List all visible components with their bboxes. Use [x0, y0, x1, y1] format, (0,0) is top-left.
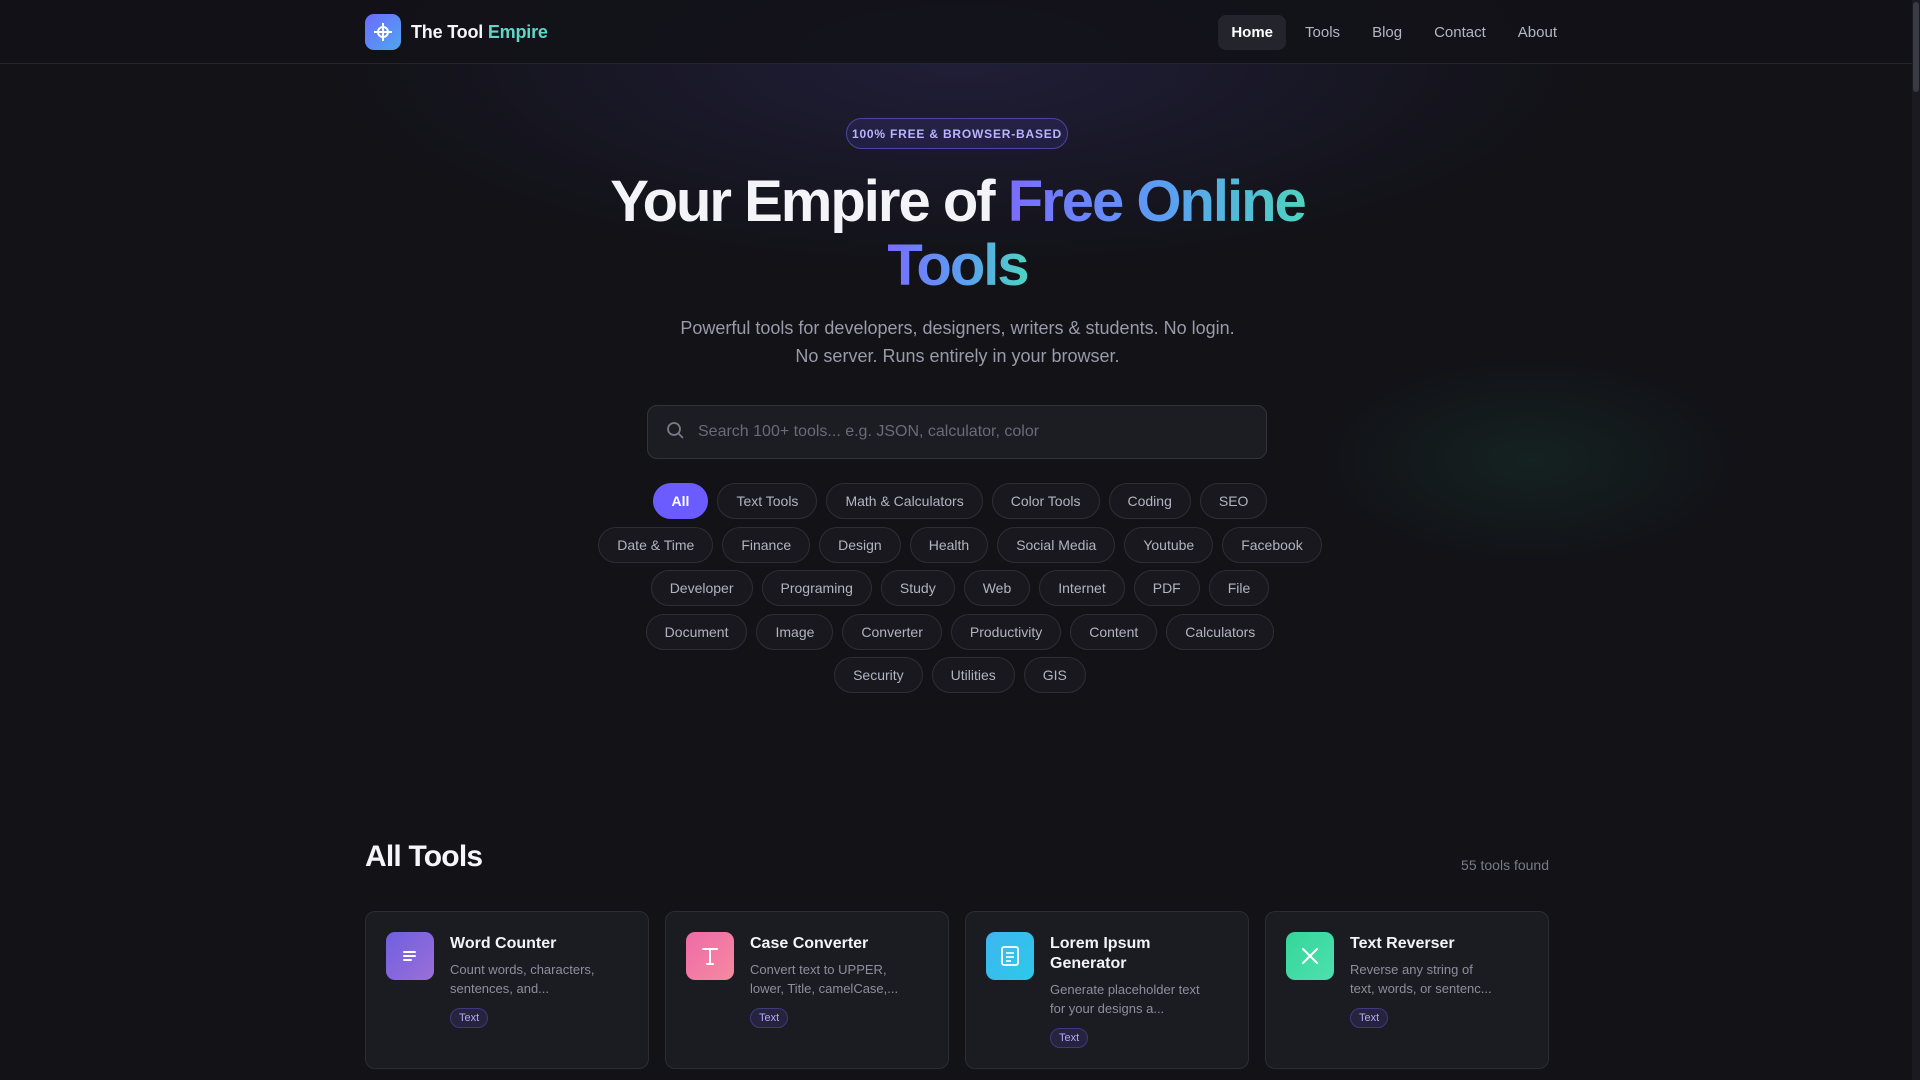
section-title: All Tools — [365, 840, 483, 873]
site-logo[interactable]: The Tool Empire — [365, 14, 548, 50]
card-description: Reverse any string of text, words, or se… — [1350, 962, 1492, 996]
hero-title-highlight: Free Online — [1007, 169, 1307, 234]
chip-content[interactable]: Content — [1070, 614, 1158, 650]
chip-pdf[interactable]: PDF — [1133, 570, 1200, 606]
logo-text-accent: Empire — [487, 21, 548, 42]
tool-card-text-reverser[interactable]: Text Reverser Reverse any string of text… — [1265, 911, 1549, 1069]
chip-gis[interactable]: GIS — [1023, 657, 1086, 693]
crosshair-icon — [365, 14, 401, 50]
tool-search-box[interactable] — [647, 405, 1267, 459]
card-title: Word Counter — [450, 935, 557, 952]
nav-contact[interactable]: Contact — [1421, 15, 1499, 50]
chip-social-media[interactable]: Social Media — [997, 527, 1116, 563]
chip-seo[interactable]: SEO — [1199, 483, 1268, 519]
chip-file[interactable]: File — [1208, 570, 1270, 606]
search-input[interactable] — [698, 423, 1238, 441]
document-icon — [986, 932, 1034, 980]
tool-card-case-converter[interactable]: Case Converter Convert text to UPPER, lo… — [665, 911, 949, 1069]
chip-coding[interactable]: Coding — [1108, 483, 1191, 519]
chip-design[interactable]: Design — [819, 527, 901, 563]
main-nav: Home Tools Blog Contact About — [1218, 15, 1570, 50]
chip-text-tools[interactable]: Text Tools — [717, 483, 818, 519]
nav-tools[interactable]: Tools — [1292, 15, 1353, 50]
search-icon — [666, 421, 684, 444]
chip-security[interactable]: Security — [834, 657, 923, 693]
tools-count: 55 tools found — [1461, 857, 1549, 873]
hero-title-plain: Your Empire of — [610, 169, 1008, 234]
hero-subtitle: Powerful tools for developers, designers… — [680, 318, 1235, 366]
chip-study[interactable]: Study — [880, 570, 955, 606]
card-title: Text Reverser — [1350, 935, 1455, 952]
chip-document[interactable]: Document — [645, 614, 748, 650]
chip-date-time[interactable]: Date & Time — [598, 527, 714, 563]
category-row-4: Document Image Converter Productivity Co… — [0, 614, 1920, 650]
chip-image[interactable]: Image — [756, 614, 834, 650]
logo-text-main: The Tool — [411, 21, 488, 42]
hero-title: Your Empire of Free Online Tools — [560, 170, 1355, 298]
chip-developer[interactable]: Developer — [650, 570, 753, 606]
chip-color-tools[interactable]: Color Tools — [991, 483, 1100, 519]
logo-text: The Tool Empire — [411, 22, 548, 43]
chip-health[interactable]: Health — [909, 527, 989, 563]
nav-blog[interactable]: Blog — [1359, 15, 1415, 50]
hero-title-highlight-2: Tools — [887, 233, 1029, 298]
site-header: The Tool Empire Home Tools Blog Contact … — [0, 0, 1920, 64]
tool-card-lorem-ipsum[interactable]: Lorem Ipsum Generator Generate placehold… — [965, 911, 1249, 1069]
chip-facebook[interactable]: Facebook — [1222, 527, 1322, 563]
lines-icon — [386, 932, 434, 980]
chip-finance[interactable]: Finance — [722, 527, 811, 563]
tool-card-grid: Word Counter Count words, characters, se… — [365, 911, 1549, 1069]
card-title: Case Converter — [750, 935, 869, 952]
card-tag: Text — [1050, 1028, 1089, 1048]
card-tag: Text — [450, 1008, 489, 1028]
hero-badge: 100% FREE & BROWSER-BASED — [846, 118, 1068, 149]
card-description: Generate placeholder text for your desig… — [1050, 982, 1200, 1016]
card-description: Convert text to UPPER, lower, Title, cam… — [750, 962, 899, 996]
chip-productivity[interactable]: Productivity — [950, 614, 1062, 650]
chip-all[interactable]: All — [652, 483, 709, 519]
chip-internet[interactable]: Internet — [1039, 570, 1125, 606]
category-row-3: Developer Programing Study Web Internet … — [0, 570, 1920, 606]
card-tag: Text — [1350, 1008, 1389, 1028]
tool-card-word-counter[interactable]: Word Counter Count words, characters, se… — [365, 911, 649, 1069]
category-row-1: All Text Tools Math & Calculators Color … — [0, 483, 1920, 519]
nav-about[interactable]: About — [1505, 15, 1570, 50]
cross-icon — [1286, 932, 1334, 980]
chip-web[interactable]: Web — [963, 570, 1031, 606]
chip-converter[interactable]: Converter — [842, 614, 942, 650]
chip-utilities[interactable]: Utilities — [931, 657, 1015, 693]
card-title: Lorem Ipsum Generator — [1050, 935, 1151, 972]
chip-programing[interactable]: Programing — [761, 570, 872, 606]
scrollbar-thumb[interactable] — [1913, 2, 1919, 92]
nav-home[interactable]: Home — [1218, 15, 1287, 50]
chip-math-calculators[interactable]: Math & Calculators — [826, 483, 983, 519]
card-description: Count words, characters, sentences, and.… — [450, 962, 595, 996]
chip-youtube[interactable]: Youtube — [1124, 527, 1214, 563]
letter-t-icon — [686, 932, 734, 980]
category-row-2: Date & Time Finance Design Health Social… — [0, 527, 1920, 563]
chip-calculators[interactable]: Calculators — [1166, 614, 1275, 650]
category-row-5: Security Utilities GIS — [0, 657, 1920, 693]
card-tag: Text — [750, 1008, 789, 1028]
